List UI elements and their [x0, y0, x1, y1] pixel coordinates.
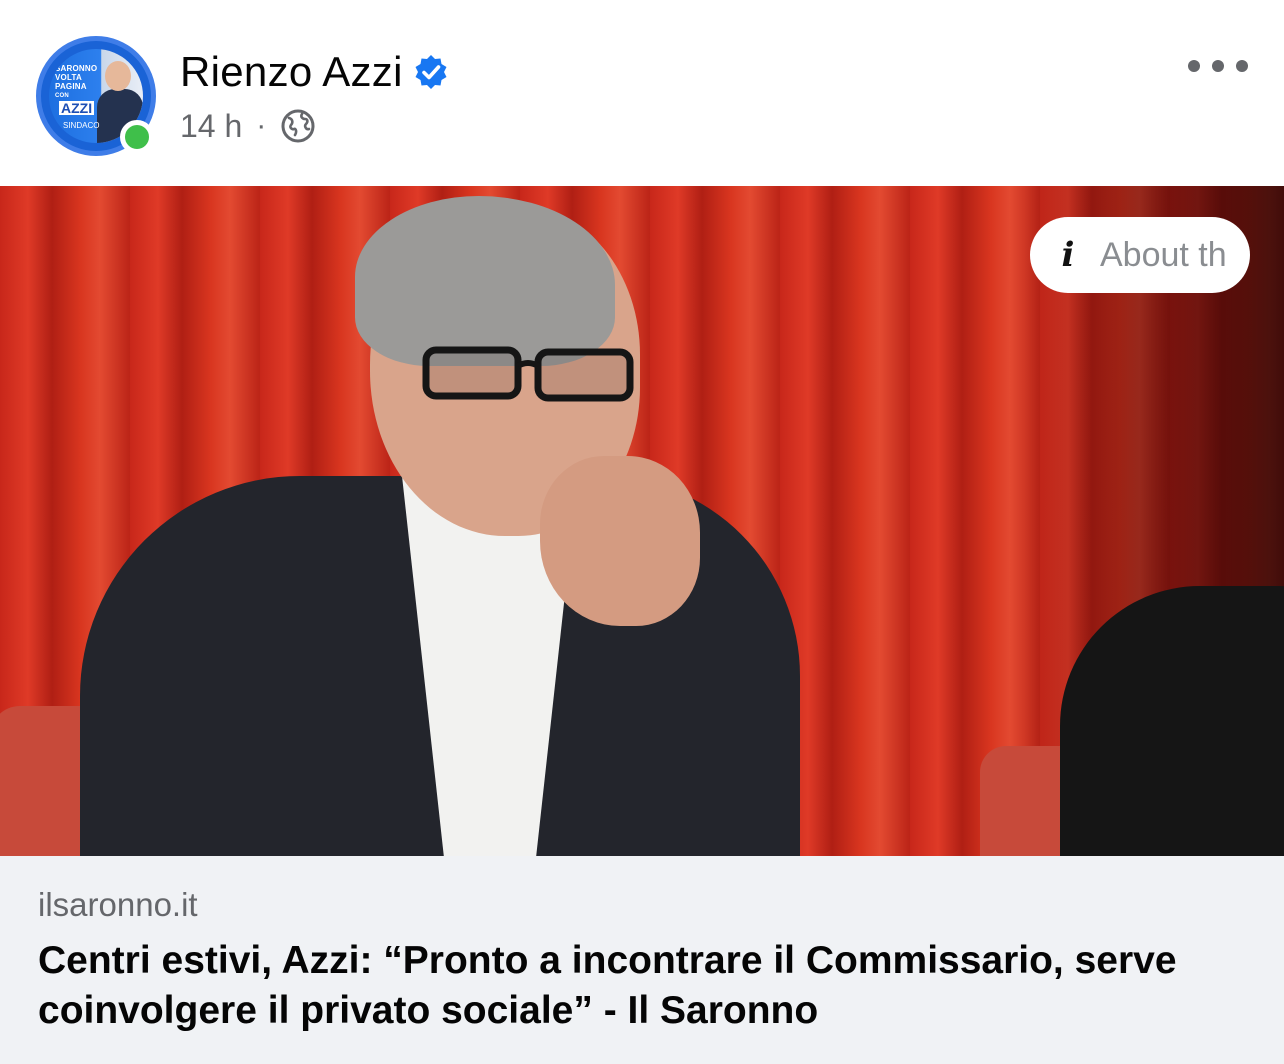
more-dot — [1212, 60, 1224, 72]
avatar-text-line: PAGINA — [55, 82, 87, 91]
more-options-icon[interactable] — [1188, 48, 1248, 84]
post-photo[interactable]: i About th — [0, 186, 1284, 856]
avatar-person-face — [105, 61, 131, 91]
more-dot — [1188, 60, 1200, 72]
man-hand — [540, 456, 700, 626]
profile-avatar[interactable]: SARONNO VOLTA PAGINA CON AZZI SINDACO — [36, 36, 156, 156]
avatar-badge-text: AZZI — [59, 100, 95, 116]
avatar-text-line: CON — [55, 93, 69, 99]
about-this-button[interactable]: i About th — [1030, 217, 1250, 293]
globe-icon[interactable] — [280, 108, 316, 144]
link-title[interactable]: Centri estivi, Azzi: “Pronto a incontrar… — [38, 936, 1258, 1036]
author-row: Rienzo Azzi — [180, 44, 449, 100]
man-hair — [355, 196, 615, 366]
avatar-text-line: SARONNO — [55, 64, 98, 73]
avatar-subtitle: SINDACO — [63, 121, 100, 130]
link-domain: ilsaronno.it — [38, 886, 198, 923]
online-status-icon — [120, 120, 154, 154]
meta-separator: · — [256, 109, 267, 142]
about-label: About th — [1100, 235, 1227, 274]
post-timestamp[interactable]: 14 h — [180, 108, 242, 145]
verified-badge-icon — [413, 54, 449, 90]
avatar-text-line: VOLTA — [55, 73, 82, 82]
author-name[interactable]: Rienzo Azzi — [180, 48, 403, 96]
post-meta: 14 h · — [180, 104, 316, 148]
man-glasses — [422, 346, 634, 402]
post-header: SARONNO VOLTA PAGINA CON AZZI SINDACO Ri… — [0, 0, 1284, 186]
info-icon: i — [1061, 235, 1075, 275]
more-dot — [1236, 60, 1248, 72]
